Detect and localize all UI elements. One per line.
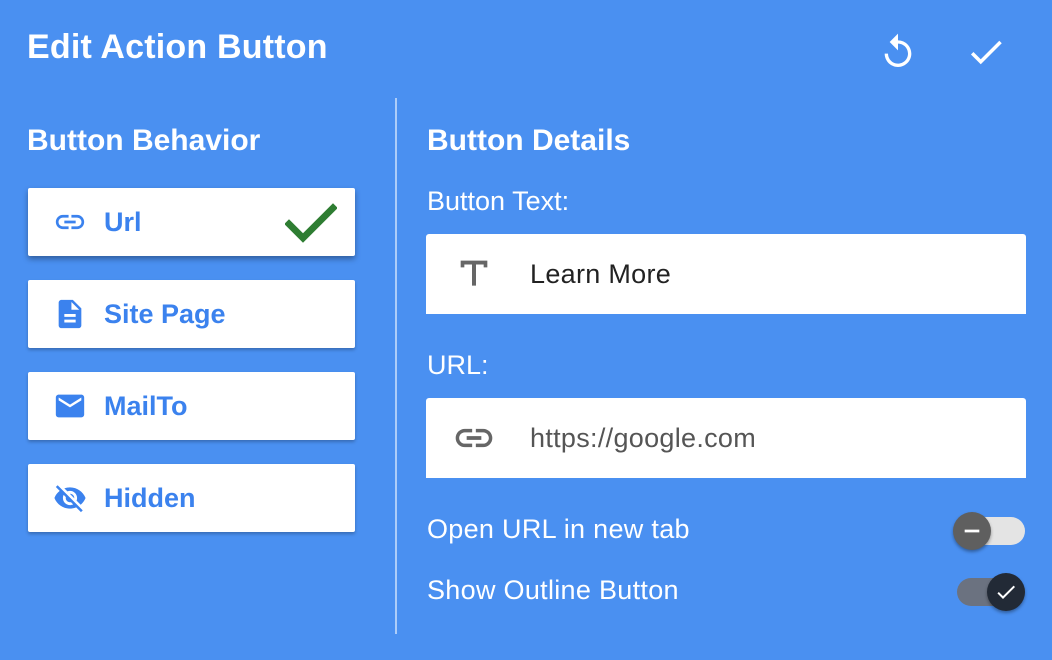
link-icon [450, 414, 498, 462]
eye-off-icon [52, 480, 88, 516]
button-text-field[interactable]: Learn More [426, 234, 1026, 314]
behavior-option-label: MailTo [104, 390, 188, 421]
link-icon [52, 204, 88, 240]
minus-icon [964, 529, 980, 533]
button-text-value: Learn More [530, 258, 672, 289]
outline-row: Show Outline Button [427, 570, 1027, 611]
check-icon [997, 585, 1015, 599]
new-tab-label: Open URL in new tab [427, 513, 690, 544]
reset-icon [884, 33, 912, 67]
url-field[interactable]: https://google.com [426, 398, 1026, 478]
outline-label: Show Outline Button [427, 574, 679, 605]
url-label: URL: [427, 350, 489, 380]
behavior-list: Url Site Page MailTo Hidden [28, 188, 355, 556]
button-text-label: Button Text: [427, 186, 570, 216]
url-value: https://google.com [530, 422, 757, 453]
selected-check-icon [284, 202, 338, 249]
behavior-option-site-page[interactable]: Site Page [28, 280, 355, 348]
panel-divider [395, 98, 397, 634]
behavior-option-mailto[interactable]: MailTo [28, 372, 355, 440]
check-icon [970, 40, 1002, 65]
behavior-option-label: Site Page [104, 298, 226, 329]
behavior-option-url[interactable]: Url [28, 188, 355, 256]
text-icon [450, 250, 498, 298]
behavior-option-hidden[interactable]: Hidden [28, 464, 355, 532]
toggle-thumb [987, 573, 1025, 611]
document-icon [52, 296, 88, 332]
outline-toggle[interactable] [953, 570, 1027, 611]
confirm-button[interactable] [964, 30, 1008, 74]
reset-button[interactable] [876, 30, 920, 74]
dialog-title: Edit Action Button [27, 28, 328, 66]
behavior-section-title: Button Behavior [27, 124, 261, 157]
mail-icon [52, 388, 88, 424]
details-section-title: Button Details [427, 124, 631, 157]
new-tab-row: Open URL in new tab [427, 509, 1027, 550]
behavior-option-label: Url [104, 206, 142, 237]
new-tab-toggle[interactable] [953, 509, 1027, 550]
toggle-thumb [953, 512, 991, 550]
behavior-option-label: Hidden [104, 482, 196, 513]
